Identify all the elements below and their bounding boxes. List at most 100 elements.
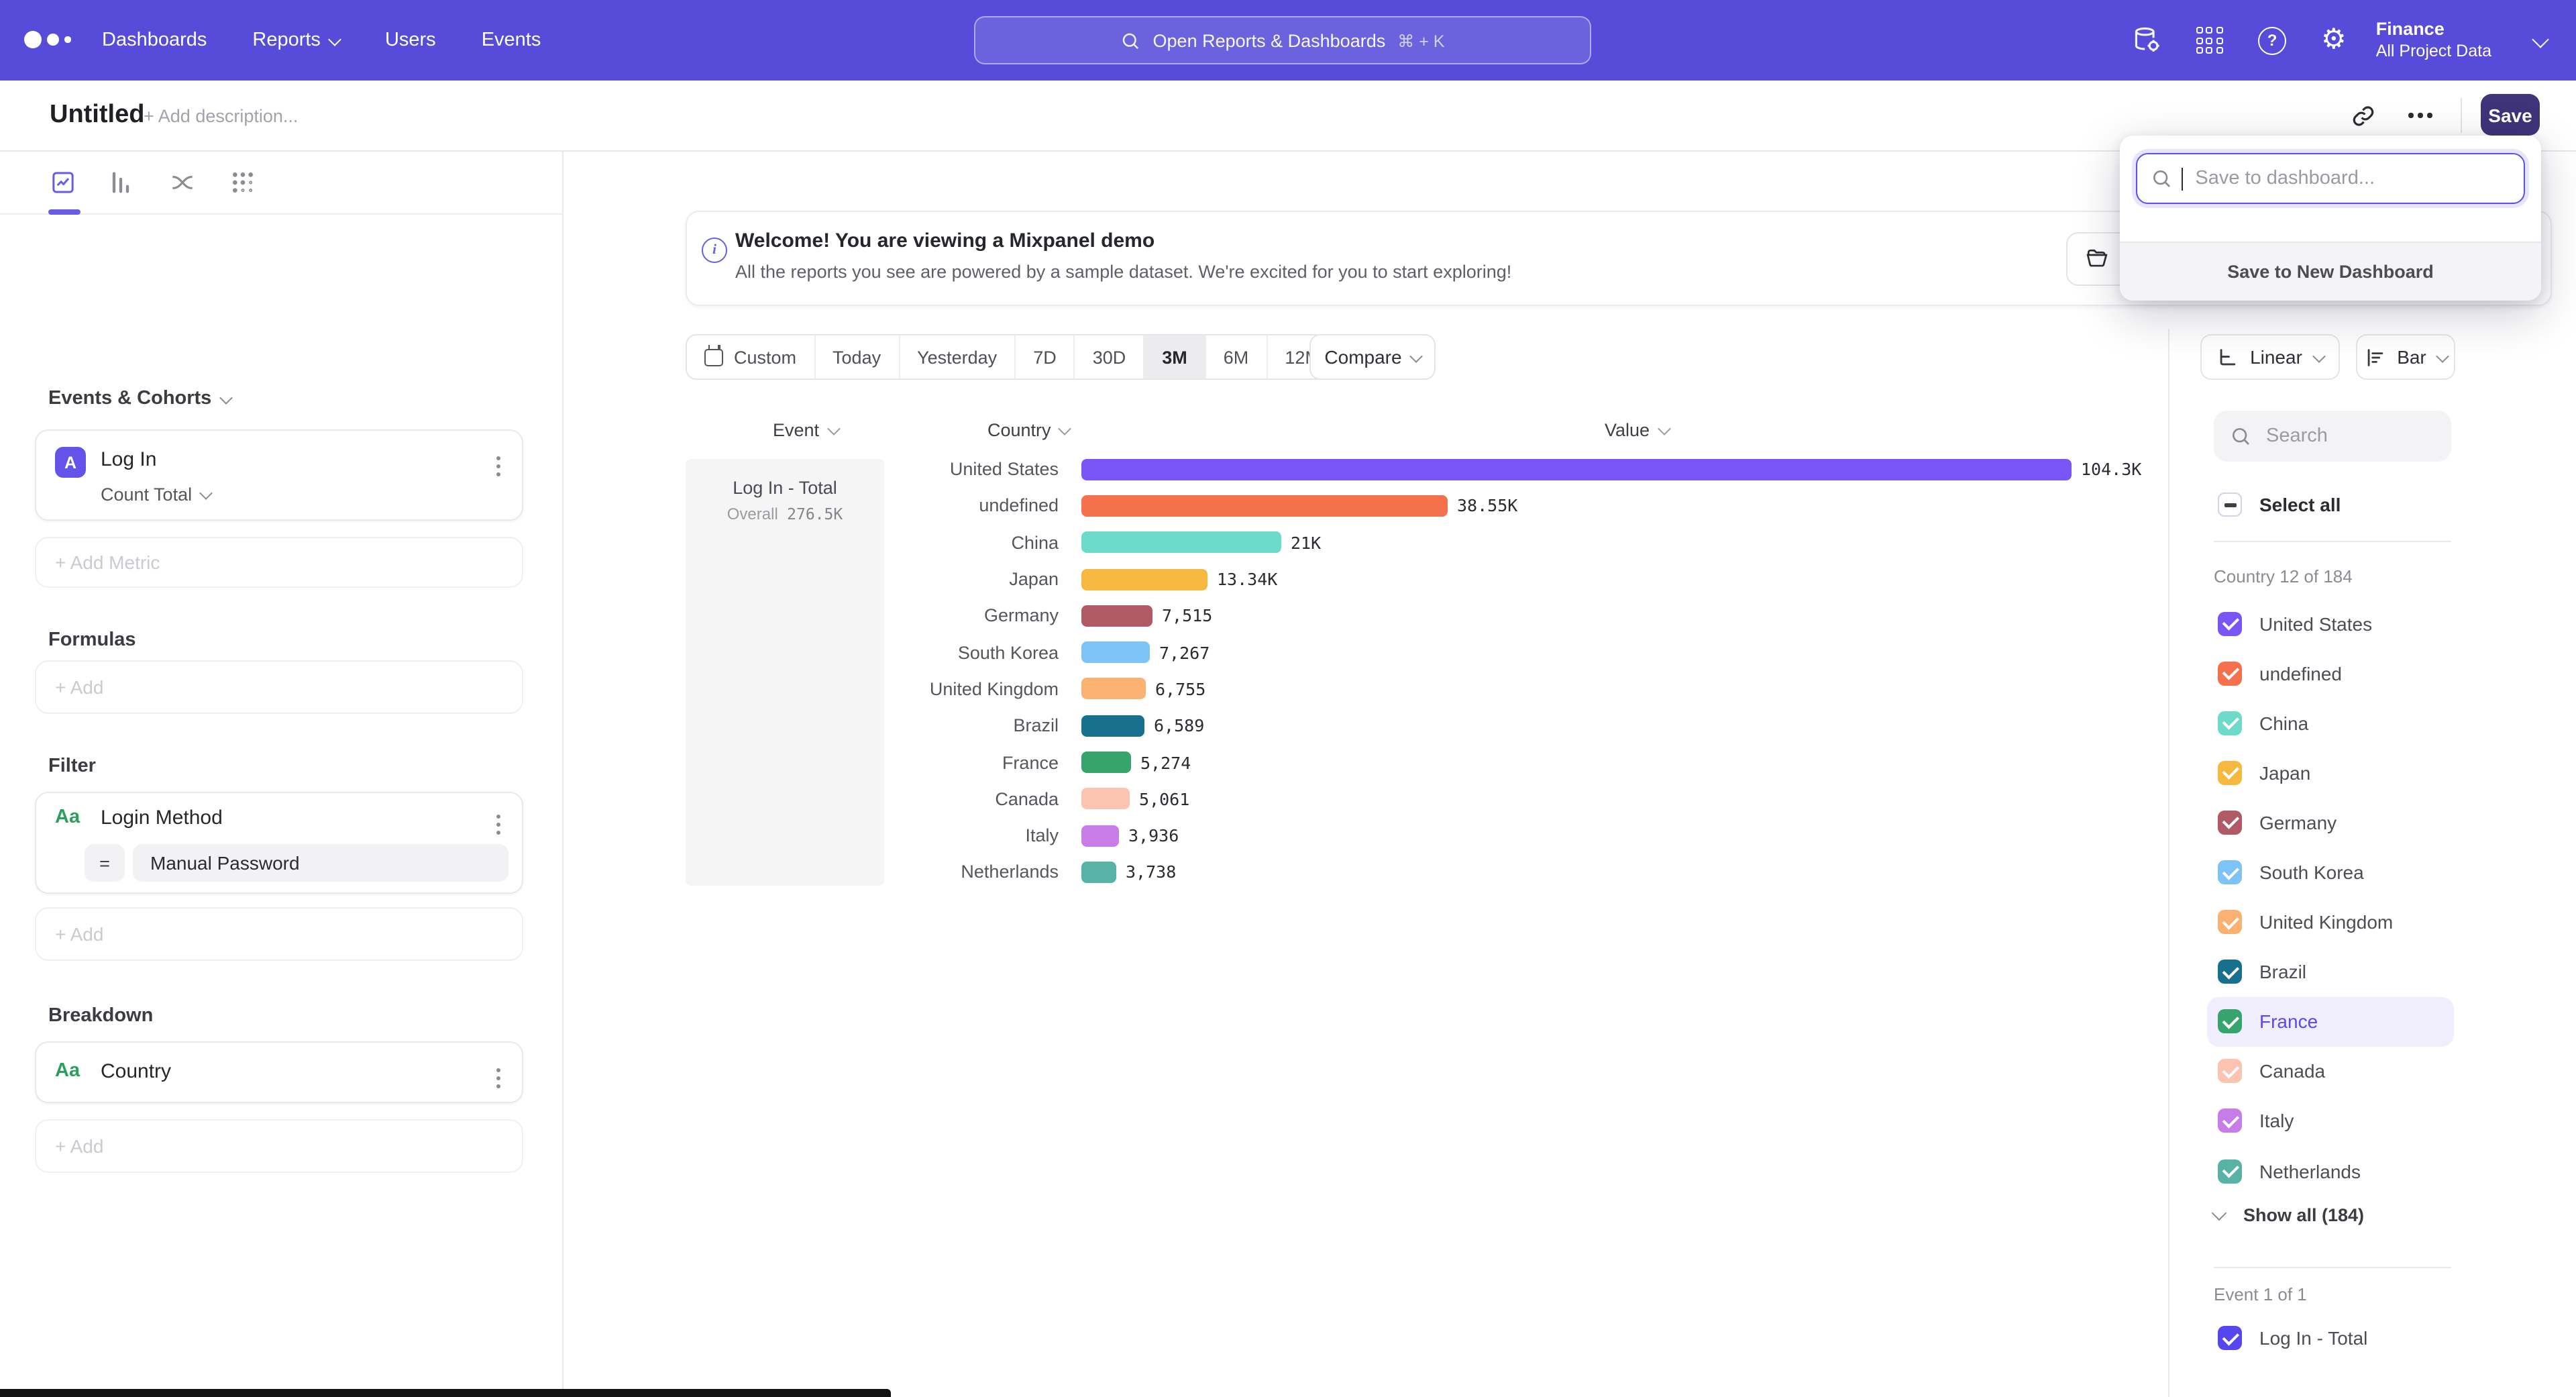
metric-menu-icon[interactable] xyxy=(491,451,506,482)
legend-item-japan[interactable]: Japan xyxy=(2207,748,2454,798)
select-all-row[interactable]: Select all xyxy=(2218,493,2341,517)
events-section-label[interactable]: Events & Cohorts xyxy=(48,388,230,409)
filter-menu-icon[interactable] xyxy=(491,809,506,840)
add-description[interactable]: + Add description... xyxy=(144,106,298,126)
checkbox-checked[interactable] xyxy=(2218,860,2242,884)
bar-segment[interactable] xyxy=(1081,825,1119,846)
add-filter-button[interactable]: + Add xyxy=(35,907,523,961)
legend-item-united-states[interactable]: United States xyxy=(2207,599,2454,648)
tab-insights-icon[interactable] xyxy=(50,169,76,196)
legend-search-input[interactable] xyxy=(2263,424,2430,448)
filter-value[interactable]: Manual Password xyxy=(133,844,508,882)
filter-operator[interactable]: = xyxy=(85,844,125,882)
checkbox-checked[interactable] xyxy=(2218,1010,2242,1034)
nav-reports[interactable]: Reports xyxy=(252,30,339,51)
range-yesterday[interactable]: Yesterday xyxy=(900,335,1016,378)
settings-gear-icon[interactable]: ⚙ xyxy=(2321,27,2347,54)
global-search-button[interactable]: Open Reports & Dashboards ⌘ + K xyxy=(974,16,1591,64)
legend-search[interactable] xyxy=(2214,411,2451,462)
nav-events[interactable]: Events xyxy=(482,30,541,51)
metric-name[interactable]: Log In xyxy=(101,448,156,471)
legend-item-undefined[interactable]: undefined xyxy=(2207,648,2454,698)
checkbox-checked[interactable] xyxy=(2218,711,2242,735)
checkbox-checked[interactable] xyxy=(2218,1059,2242,1084)
nav-users[interactable]: Users xyxy=(385,30,436,51)
checkbox-checked[interactable] xyxy=(2218,910,2242,934)
legend-item-germany[interactable]: Germany xyxy=(2207,798,2454,847)
legend-item-log-in-total[interactable]: Log In - Total xyxy=(2218,1326,2367,1350)
project-chevron-icon[interactable] xyxy=(2532,30,2548,47)
bar-segment[interactable] xyxy=(1081,495,1448,517)
checkbox-checked[interactable] xyxy=(2218,1326,2242,1350)
checkbox-checked[interactable] xyxy=(2218,960,2242,984)
tab-retention-icon[interactable] xyxy=(229,169,256,196)
add-breakdown-button[interactable]: + Add xyxy=(35,1119,523,1173)
bar-segment[interactable] xyxy=(1081,531,1281,553)
column-header-country[interactable]: Country xyxy=(987,420,1070,440)
report-title[interactable]: Untitled xyxy=(50,101,144,130)
bar-segment[interactable] xyxy=(1081,568,1208,590)
legend-item-china[interactable]: China xyxy=(2207,698,2454,747)
save-to-dashboard-popup: Save to New Dashboard xyxy=(2120,136,2541,301)
bar-segment[interactable] xyxy=(1081,605,1152,627)
legend-item-united-kingdom[interactable]: United Kingdom xyxy=(2207,897,2454,947)
range-3m[interactable]: 3M xyxy=(1144,335,1206,378)
checkbox-checked[interactable] xyxy=(2218,811,2242,835)
column-header-value[interactable]: Value xyxy=(1605,420,1668,440)
breakdown-card[interactable]: Aa Country xyxy=(35,1041,523,1103)
metric-aggregation[interactable]: Count Total xyxy=(101,484,211,505)
mixpanel-logo-icon[interactable] xyxy=(24,31,70,48)
range-7d[interactable]: 7D xyxy=(1016,335,1075,378)
breakdown-menu-icon[interactable] xyxy=(491,1063,506,1094)
legend-item-brazil[interactable]: Brazil xyxy=(2207,947,2454,996)
nav-dashboards[interactable]: Dashboards xyxy=(102,30,207,51)
save-dashboard-search[interactable] xyxy=(2136,153,2525,204)
tab-funnels-icon[interactable] xyxy=(107,169,134,196)
add-metric-button[interactable]: + Add Metric xyxy=(35,537,523,588)
range-30d[interactable]: 30D xyxy=(1075,335,1145,378)
bar-segment[interactable] xyxy=(1081,641,1150,663)
project-switcher[interactable]: Finance All Project Data xyxy=(2376,19,2491,62)
breakdown-property[interactable]: Country xyxy=(101,1060,171,1083)
apps-grid-icon[interactable] xyxy=(2196,27,2223,54)
metric-card[interactable]: A Log In Count Total xyxy=(35,429,523,521)
bar-segment[interactable] xyxy=(1081,715,1144,736)
add-formula-button[interactable]: + Add xyxy=(35,660,523,714)
show-all-button[interactable]: Show all (184) xyxy=(2214,1205,2364,1225)
column-header-event[interactable]: Event xyxy=(773,420,838,440)
save-button[interactable]: Save xyxy=(2481,94,2540,136)
checkbox-checked[interactable] xyxy=(2218,1109,2242,1133)
legend-item-france[interactable]: France xyxy=(2207,997,2454,1047)
filter-property[interactable]: Login Method xyxy=(101,807,223,829)
range-today[interactable]: Today xyxy=(815,335,900,378)
report-type-tabs xyxy=(0,150,562,215)
bar-segment[interactable] xyxy=(1081,752,1131,773)
chart-type-dropdown[interactable]: Bar xyxy=(2356,334,2455,380)
checkbox-checked[interactable] xyxy=(2218,761,2242,785)
legend-item-netherlands[interactable]: Netherlands xyxy=(2207,1146,2454,1196)
save-to-new-dashboard-button[interactable]: Save to New Dashboard xyxy=(2120,242,2541,301)
bar-segment[interactable] xyxy=(1081,788,1130,810)
copy-link-icon[interactable] xyxy=(2351,103,2376,129)
bar-segment[interactable] xyxy=(1081,862,1116,883)
compare-button[interactable]: Compare xyxy=(1309,334,1436,380)
bar-segment[interactable] xyxy=(1081,678,1146,700)
legend-item-italy[interactable]: Italy xyxy=(2207,1096,2454,1146)
checkbox-checked[interactable] xyxy=(2218,611,2242,635)
checkbox-checked[interactable] xyxy=(2218,1159,2242,1183)
tab-flows-icon[interactable] xyxy=(169,169,196,196)
legend-item-south-korea[interactable]: South Korea xyxy=(2207,847,2454,897)
legend-country-label: Netherlands xyxy=(2259,1160,2361,1182)
checkbox-checked[interactable] xyxy=(2218,661,2242,685)
range-custom[interactable]: Custom xyxy=(687,335,815,378)
help-icon[interactable]: ? xyxy=(2258,26,2286,54)
select-all-checkbox-indeterminate[interactable] xyxy=(2218,493,2242,517)
more-options-icon[interactable] xyxy=(2408,113,2432,117)
filter-card[interactable]: Aa Login Method = Manual Password xyxy=(35,792,523,894)
range-6m[interactable]: 6M xyxy=(1206,335,1268,378)
bar-segment[interactable] xyxy=(1081,458,2072,480)
data-management-icon[interactable] xyxy=(2132,25,2161,55)
scale-dropdown[interactable]: Linear xyxy=(2200,334,2340,380)
legend-item-canada[interactable]: Canada xyxy=(2207,1047,2454,1096)
save-dashboard-input[interactable] xyxy=(2192,166,2493,191)
